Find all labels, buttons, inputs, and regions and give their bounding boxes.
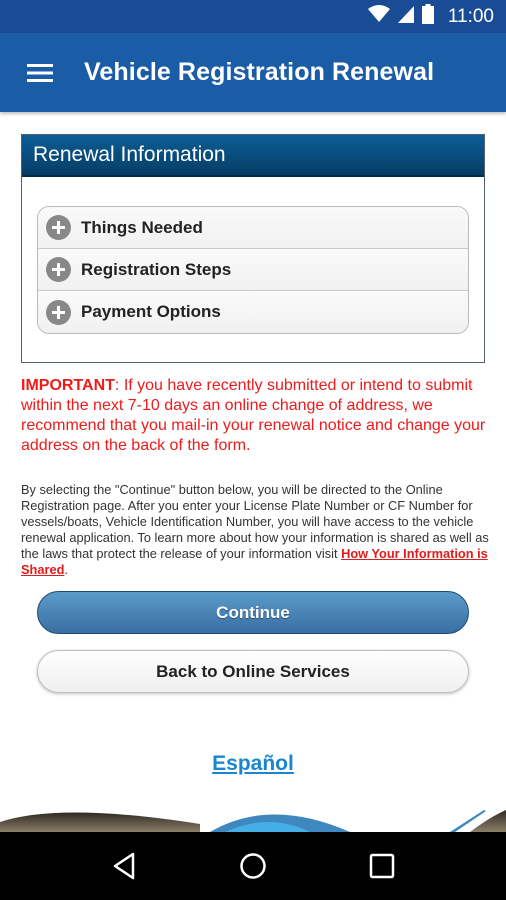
- important-label: IMPORTANT: [21, 377, 115, 394]
- continue-button[interactable]: Continue: [37, 591, 469, 634]
- info-text: By selecting the "Continue" button below…: [21, 482, 491, 578]
- wifi-icon: [367, 5, 390, 28]
- accordion-item-label: Payment Options: [81, 302, 221, 321]
- important-notice: IMPORTANT: If you have recently submitte…: [21, 376, 491, 456]
- back-to-online-services-button[interactable]: Back to Online Services: [37, 650, 469, 693]
- clock: 11:00: [447, 5, 494, 27]
- cell-signal-icon: [397, 5, 414, 28]
- accordion-item-things-needed[interactable]: Things Needed: [38, 207, 468, 249]
- back-icon[interactable]: [94, 836, 154, 896]
- accordion: Things Needed Registration Steps Payment…: [37, 206, 469, 334]
- home-icon[interactable]: [223, 836, 283, 896]
- battery-icon: [421, 4, 434, 29]
- panel-title: Renewal Information: [22, 135, 484, 177]
- renewal-info-panel: Renewal Information Things Needed Regist…: [21, 134, 485, 363]
- recents-icon[interactable]: [352, 836, 412, 896]
- page-title: Vehicle Registration Renewal: [84, 58, 435, 86]
- accordion-item-registration-steps[interactable]: Registration Steps: [38, 249, 468, 291]
- accordion-item-label: Registration Steps: [81, 259, 232, 279]
- plus-circle-icon: [46, 257, 71, 282]
- language-link-container: Español: [0, 752, 506, 776]
- content-area: Renewal Information Things Needed Regist…: [0, 112, 506, 832]
- decorative-wave-image: [0, 810, 506, 832]
- plus-circle-icon: [46, 299, 71, 325]
- status-bar: 11:00: [0, 0, 506, 33]
- app-bar: Vehicle Registration Renewal: [0, 33, 506, 112]
- espanol-link[interactable]: Español: [212, 752, 294, 775]
- plus-circle-icon: [46, 215, 71, 240]
- info-suffix: .: [64, 562, 68, 577]
- accordion-item-payment-options[interactable]: Payment Options: [38, 291, 468, 333]
- accordion-item-label: Things Needed: [81, 217, 203, 237]
- hamburger-menu-icon[interactable]: [0, 33, 80, 112]
- navigation-bar: [0, 832, 506, 900]
